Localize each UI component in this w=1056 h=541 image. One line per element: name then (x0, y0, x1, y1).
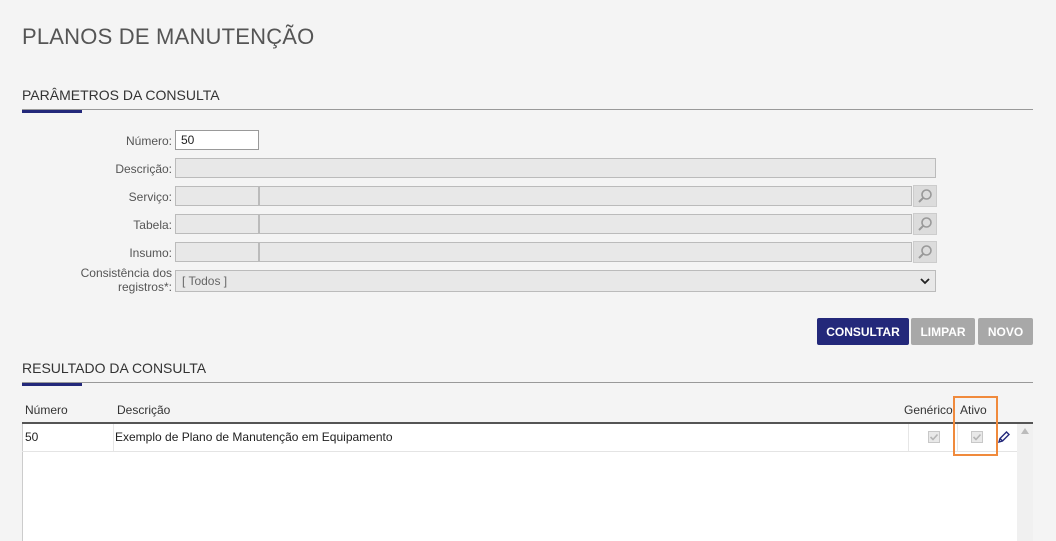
column-header-descricao[interactable]: Descrição (117, 403, 170, 417)
servico-lookup-button[interactable] (913, 185, 937, 207)
search-icon (918, 245, 932, 259)
params-section-accent (22, 110, 82, 113)
insumo-lookup-button[interactable] (913, 241, 937, 263)
search-icon (918, 189, 932, 203)
consistencia-label: Consistência dos registros*: (60, 266, 172, 294)
consistencia-select-value: [ Todos ] (182, 274, 228, 288)
servico-name-input[interactable] (259, 186, 912, 206)
descricao-label: Descrição: (115, 162, 172, 176)
params-section-title: PARÂMETROS DA CONSULTA (22, 87, 220, 103)
consistencia-label-line2: registros*: (117, 280, 172, 294)
tabela-code-input[interactable] (175, 214, 259, 234)
servico-label: Serviço: (128, 190, 172, 204)
column-header-generico[interactable]: Genérico (904, 403, 953, 417)
row-descricao: Exemplo de Plano de Manutenção em Equipa… (115, 430, 393, 444)
check-icon (929, 433, 939, 441)
ativo-column-highlight (953, 396, 998, 456)
results-section-accent (22, 383, 82, 386)
edit-button[interactable] (997, 430, 1011, 444)
column-divider (908, 424, 909, 451)
results-grid-header (22, 400, 1033, 424)
column-header-numero[interactable]: Número (25, 403, 68, 417)
results-section-title: RESULTADO DA CONSULTA (22, 360, 207, 376)
row-divider (22, 451, 1017, 452)
generico-checkbox[interactable] (928, 431, 940, 443)
results-section-rule (22, 382, 1033, 383)
insumo-name-input[interactable] (259, 242, 912, 262)
insumo-label: Insumo: (129, 246, 172, 260)
consultar-button[interactable]: CONSULTAR (817, 318, 909, 345)
tabela-lookup-button[interactable] (913, 213, 937, 235)
row-numero: 50 (25, 430, 39, 444)
descricao-input[interactable] (175, 158, 936, 178)
servico-code-input[interactable] (175, 186, 259, 206)
insumo-code-input[interactable] (175, 242, 259, 262)
search-icon (918, 217, 932, 231)
numero-label: Número: (125, 134, 172, 148)
params-section-rule (22, 109, 1033, 110)
numero-input[interactable]: 50 (175, 130, 259, 150)
scroll-up-icon[interactable] (1021, 428, 1029, 434)
vertical-scrollbar[interactable] (1017, 424, 1033, 541)
novo-button[interactable]: NOVO (978, 318, 1033, 345)
consistencia-select[interactable]: [ Todos ] (175, 270, 936, 292)
limpar-button[interactable]: LIMPAR (911, 318, 975, 345)
column-divider (113, 424, 114, 451)
tabela-label: Tabela: (133, 218, 172, 232)
tabela-name-input[interactable] (259, 214, 912, 234)
chevron-down-icon (920, 278, 930, 285)
consistencia-label-line1: Consistência dos (80, 266, 172, 280)
edit-pencil-icon (997, 431, 1010, 444)
page-title: PLANOS DE MANUTENÇÃO (22, 24, 315, 49)
